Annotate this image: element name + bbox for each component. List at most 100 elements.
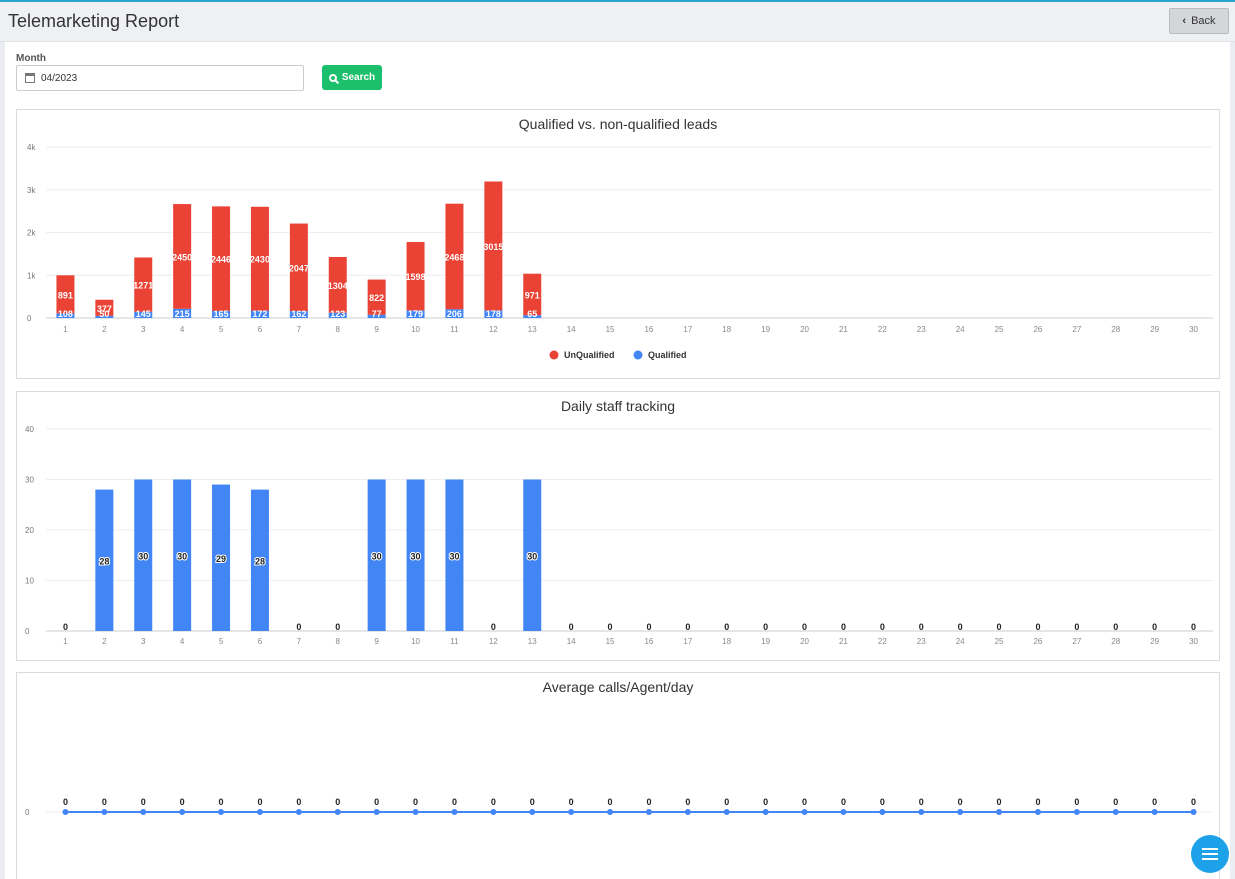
data-label-staff: 0 — [1113, 622, 1118, 632]
x-tick-label: 21 — [839, 637, 848, 646]
x-tick-label: 6 — [258, 325, 263, 334]
x-tick-label: 19 — [761, 637, 770, 646]
data-label-calls: 0 — [724, 797, 729, 807]
x-tick-label: 17 — [683, 637, 692, 646]
data-label-qualified: 172 — [252, 309, 267, 319]
data-label-staff: 30 — [372, 551, 382, 561]
line-point — [1073, 809, 1080, 815]
data-label-calls: 0 — [452, 797, 457, 807]
line-point — [801, 809, 808, 815]
data-label-staff: 30 — [177, 551, 187, 561]
data-label-staff: 28 — [255, 556, 265, 566]
data-label-calls: 0 — [1113, 797, 1118, 807]
line-point — [1112, 809, 1119, 815]
page-header: Telemarketing Report ‹ Back — [0, 2, 1235, 42]
staff-chart-panel: Daily staff tracking 0 10 20 30 40 1 0 2 28 3 30 4 3… — [16, 391, 1220, 661]
data-label-unqualified: 891 — [58, 290, 73, 300]
data-label-calls: 0 — [1191, 797, 1196, 807]
x-tick-label: 7 — [297, 325, 302, 334]
data-label-qualified: 162 — [291, 309, 306, 319]
line-point — [684, 809, 691, 815]
data-label-qualified: 108 — [58, 309, 73, 319]
y-tick-label: 40 — [25, 425, 34, 434]
line-point — [334, 809, 341, 815]
back-button[interactable]: ‹ Back — [1169, 8, 1229, 34]
data-label-staff: 30 — [411, 551, 421, 561]
line-point — [218, 809, 225, 815]
line-point — [412, 809, 419, 815]
data-label-staff: 0 — [491, 622, 496, 632]
x-tick-label: 30 — [1189, 325, 1198, 334]
data-label-staff: 0 — [296, 622, 301, 632]
month-value: 04/2023 — [41, 72, 78, 84]
x-tick-label: 17 — [683, 325, 692, 334]
data-label-unqualified: 1598 — [406, 272, 426, 282]
line-point — [1034, 809, 1041, 815]
search-button[interactable]: Search — [322, 65, 382, 90]
report-content: Month 04/2023 Search Qualified vs. non-q… — [5, 42, 1230, 879]
x-tick-label: 15 — [606, 637, 615, 646]
data-label-staff: 0 — [997, 622, 1002, 632]
x-tick-label: 24 — [956, 325, 965, 334]
x-tick-label: 29 — [1150, 637, 1159, 646]
data-label-staff: 0 — [802, 622, 807, 632]
y-tick-label: 4k — [27, 143, 36, 152]
data-label-staff: 0 — [335, 622, 340, 632]
x-tick-label: 29 — [1150, 325, 1159, 334]
data-label-staff: 29 — [216, 554, 226, 564]
x-tick-label: 21 — [839, 325, 848, 334]
x-tick-label: 14 — [567, 637, 576, 646]
x-tick-label: 2 — [102, 637, 107, 646]
month-input[interactable]: 04/2023 — [16, 65, 304, 91]
line-point — [879, 809, 886, 815]
line-point — [451, 809, 458, 815]
back-button-label: Back — [1191, 15, 1216, 27]
x-tick-label: 13 — [528, 325, 537, 334]
y-tick-label: 10 — [25, 577, 34, 586]
data-label-qualified: 145 — [136, 309, 151, 319]
x-tick-label: 10 — [411, 325, 420, 334]
x-tick-label: 25 — [995, 637, 1004, 646]
x-tick-label: 9 — [374, 637, 379, 646]
staff-chart: 0102030401022833043052962870809301030113… — [25, 425, 1213, 646]
data-label-calls: 0 — [1035, 797, 1040, 807]
x-tick-label: 22 — [878, 637, 887, 646]
x-tick-label: 1 — [63, 637, 68, 646]
x-tick-label: 26 — [1033, 325, 1042, 334]
line-point — [373, 809, 380, 815]
data-label-staff: 30 — [449, 551, 459, 561]
x-tick-label: 16 — [644, 325, 653, 334]
list-fab-button[interactable] — [1191, 835, 1229, 873]
data-label-staff: 28 — [99, 556, 109, 566]
x-tick-label: 28 — [1111, 637, 1120, 646]
data-label-qualified: 165 — [214, 309, 229, 319]
x-tick-label: 23 — [917, 325, 926, 334]
line-point — [723, 809, 730, 815]
data-label-staff: 0 — [1152, 622, 1157, 632]
data-label-unqualified: 2446 — [211, 255, 231, 265]
line-point — [1190, 809, 1197, 815]
line-point — [256, 809, 263, 815]
x-tick-label: 1 — [63, 325, 68, 334]
data-label-calls: 0 — [685, 797, 690, 807]
x-tick-label: 13 — [528, 637, 537, 646]
x-tick-label: 28 — [1111, 325, 1120, 334]
calendar-icon — [25, 73, 35, 83]
x-tick-label: 11 — [450, 637, 459, 646]
x-tick-label: 27 — [1072, 325, 1081, 334]
x-tick-label: 5 — [219, 325, 224, 334]
x-tick-label: 8 — [336, 325, 341, 334]
y-tick-label: 1k — [27, 271, 36, 280]
data-label-staff: 0 — [1074, 622, 1079, 632]
line-point — [918, 809, 925, 815]
data-label-calls: 0 — [880, 797, 885, 807]
x-tick-label: 30 — [1189, 637, 1198, 646]
data-label-calls: 0 — [102, 797, 107, 807]
data-label-staff: 0 — [608, 622, 613, 632]
x-tick-label: 19 — [761, 325, 770, 334]
x-tick-label: 6 — [258, 637, 263, 646]
x-tick-label: 4 — [180, 637, 185, 646]
y-tick-label: 20 — [25, 526, 34, 535]
x-tick-label: 18 — [722, 637, 731, 646]
x-tick-label: 22 — [878, 325, 887, 334]
